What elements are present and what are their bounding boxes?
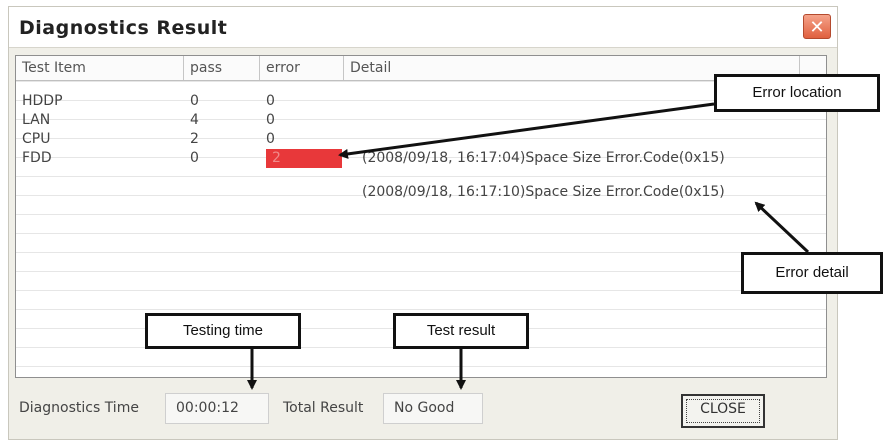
annotation-arrows bbox=[247, 102, 810, 390]
error-detail-arrow bbox=[754, 201, 810, 254]
error-location-arrow bbox=[338, 102, 715, 159]
